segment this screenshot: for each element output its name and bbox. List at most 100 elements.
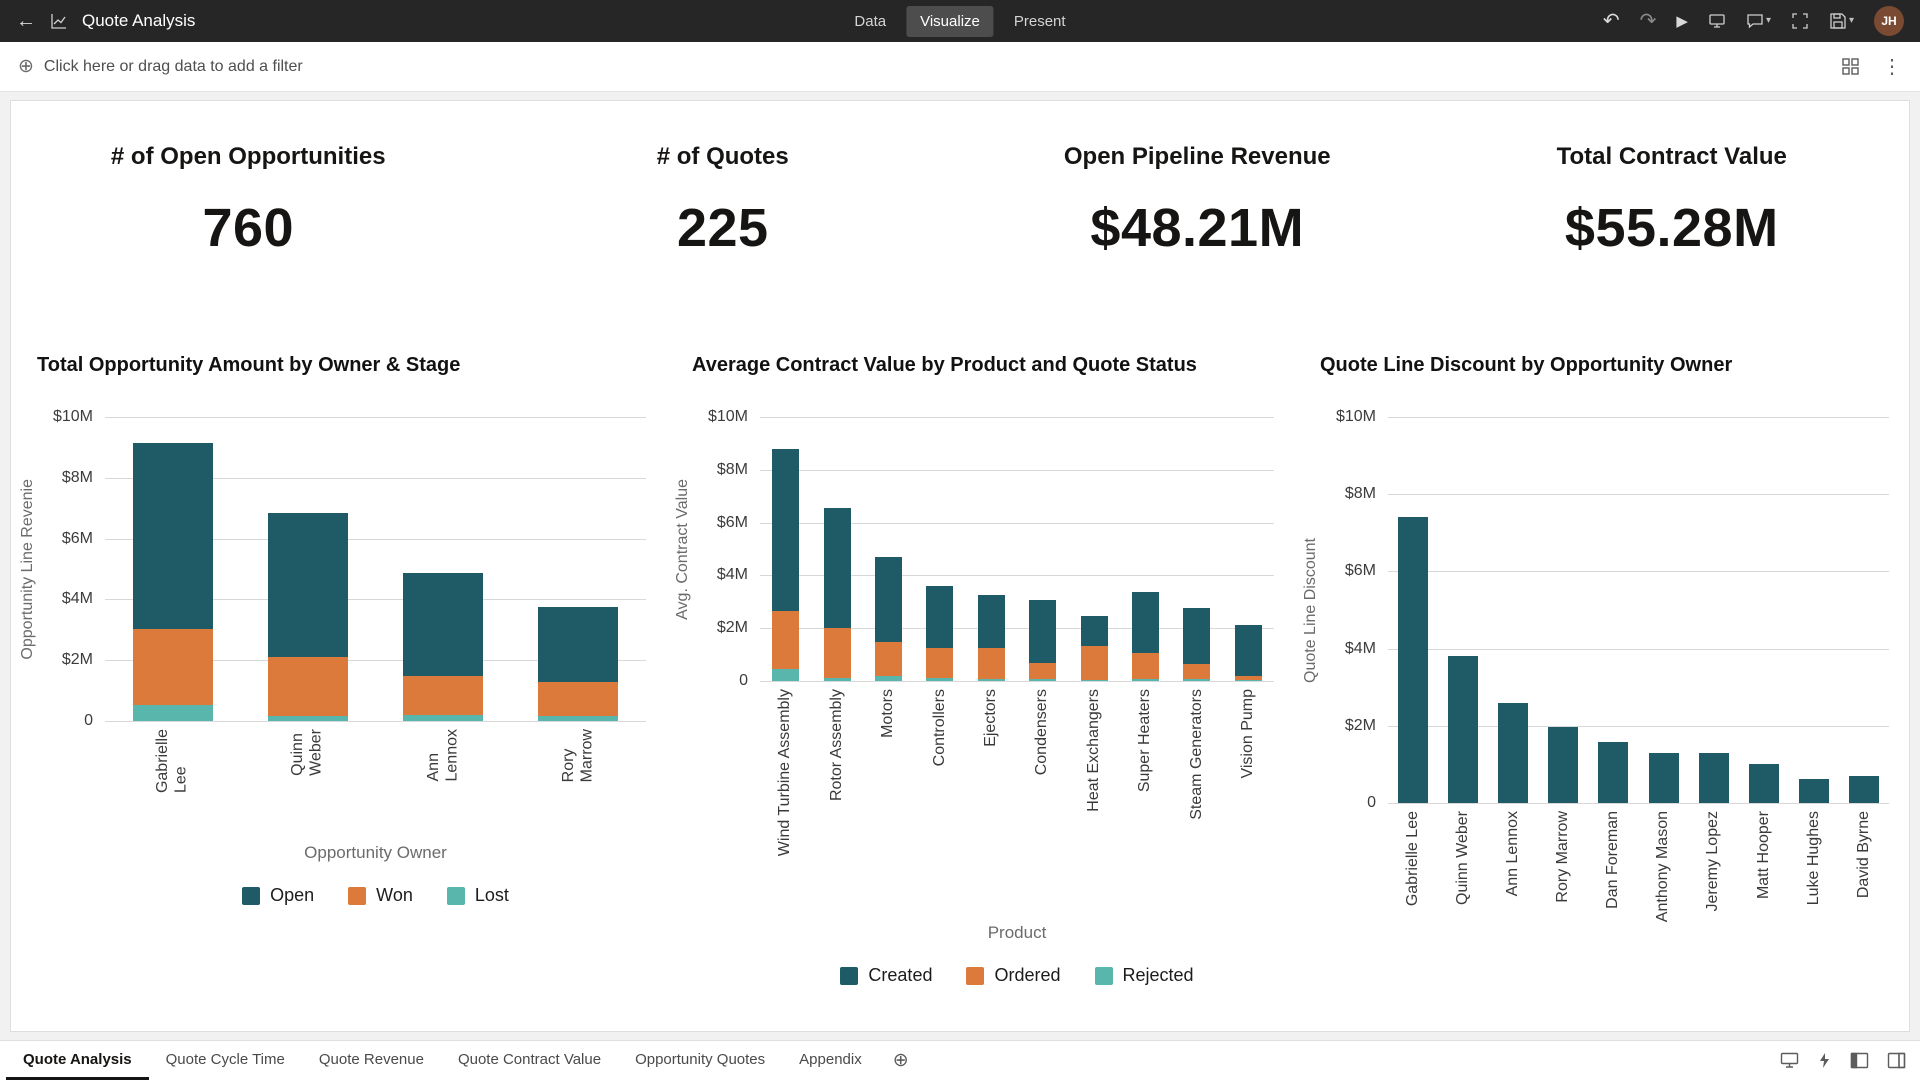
bar-segment[interactable] xyxy=(538,716,618,721)
x-category-label: Condensers xyxy=(1033,689,1051,775)
canvas-tab-quote-contract-value[interactable]: Quote Contract Value xyxy=(441,1041,618,1080)
canvas-tab-quote-revenue[interactable]: Quote Revenue xyxy=(302,1041,441,1080)
bar-segment[interactable] xyxy=(1448,656,1478,803)
bar-segment[interactable] xyxy=(926,678,953,681)
bar-segment[interactable] xyxy=(1598,742,1628,803)
undo-icon[interactable]: ↶ xyxy=(1603,11,1620,31)
x-category-label: Rotor Assembly xyxy=(828,689,846,801)
bar-segment[interactable] xyxy=(1029,679,1056,681)
bar-segment[interactable] xyxy=(978,679,1005,681)
bar-segment[interactable] xyxy=(978,595,1005,648)
more-options-icon[interactable]: ⋮ xyxy=(1882,54,1902,79)
canvas-tab-quote-analysis[interactable]: Quote Analysis xyxy=(6,1041,149,1080)
back-icon[interactable]: ← xyxy=(16,11,36,31)
bar-segment[interactable] xyxy=(875,557,902,641)
legend-item-lost[interactable]: Lost xyxy=(447,885,509,906)
bar-segment[interactable] xyxy=(1081,646,1108,680)
bar-segment[interactable] xyxy=(1132,679,1159,681)
canvas-tab-quote-cycle-time[interactable]: Quote Cycle Time xyxy=(149,1041,302,1080)
bar-segment[interactable] xyxy=(268,716,348,721)
bar-segment[interactable] xyxy=(875,676,902,681)
chart-title: Quote Line Discount by Opportunity Owner xyxy=(1320,354,1909,377)
legend-label: Created xyxy=(868,965,932,986)
bar-segment[interactable] xyxy=(1799,779,1829,803)
bar-segment[interactable] xyxy=(1183,679,1210,681)
preview-play-icon[interactable]: ▶ xyxy=(1676,14,1688,29)
bar-segment[interactable] xyxy=(926,648,953,678)
tab-visualize[interactable]: Visualize xyxy=(906,6,994,37)
user-avatar[interactable]: JH xyxy=(1874,6,1904,36)
kpi-open-opportunities[interactable]: # of Open Opportunities 760 xyxy=(11,143,486,316)
bar xyxy=(1749,417,1779,803)
bar-segment[interactable] xyxy=(1649,753,1679,803)
bar-segment[interactable] xyxy=(1132,653,1159,679)
legend-item-rejected[interactable]: Rejected xyxy=(1095,965,1194,986)
tab-data[interactable]: Data xyxy=(840,6,900,37)
bar-segment[interactable] xyxy=(538,682,618,716)
y-tick-label: $4M xyxy=(62,590,93,608)
expand-icon[interactable] xyxy=(1791,12,1809,30)
bar-segment[interactable] xyxy=(133,629,213,705)
bar-segment[interactable] xyxy=(875,642,902,676)
left-panel-toggle-icon[interactable] xyxy=(1850,1052,1869,1069)
legend-item-open[interactable]: Open xyxy=(242,885,314,906)
bar-segment[interactable] xyxy=(772,611,799,669)
bar-segment[interactable] xyxy=(1132,592,1159,653)
bar-segment[interactable] xyxy=(1699,753,1729,803)
y-tick-label: $4M xyxy=(1345,640,1376,658)
bar-segment[interactable] xyxy=(133,443,213,629)
kpi-open-pipeline-revenue[interactable]: Open Pipeline Revenue $48.21M xyxy=(960,143,1435,316)
save-icon[interactable]: ▾ xyxy=(1829,12,1854,30)
tab-present[interactable]: Present xyxy=(1000,6,1080,37)
bar xyxy=(824,417,851,681)
present-display-icon[interactable] xyxy=(1780,1052,1799,1069)
bar-segment[interactable] xyxy=(268,657,348,716)
bar-segment[interactable] xyxy=(824,508,851,629)
bar-segment[interactable] xyxy=(1029,600,1056,663)
add-canvas-icon[interactable]: ⊕ xyxy=(879,1041,923,1080)
redo-icon[interactable]: ↷ xyxy=(1640,11,1657,31)
bar-segment[interactable] xyxy=(1235,680,1262,681)
legend-item-ordered[interactable]: Ordered xyxy=(966,965,1060,986)
bar-segment[interactable] xyxy=(824,628,851,677)
bar-segment[interactable] xyxy=(1029,663,1056,679)
bar xyxy=(268,417,348,721)
legend-item-won[interactable]: Won xyxy=(348,885,413,906)
canvas-tab-appendix[interactable]: Appendix xyxy=(782,1041,879,1080)
present-board-icon[interactable] xyxy=(1708,12,1726,30)
kpi-quotes[interactable]: # of Quotes 225 xyxy=(486,143,961,316)
bar-segment[interactable] xyxy=(1081,680,1108,681)
bar-segment[interactable] xyxy=(772,669,799,681)
auto-insights-icon[interactable] xyxy=(1817,1052,1832,1069)
add-filter-icon[interactable]: ⊕ xyxy=(18,55,34,78)
bar-segment[interactable] xyxy=(403,676,483,715)
filter-prompt[interactable]: Click here or drag data to add a filter xyxy=(44,58,303,76)
bar-segment[interactable] xyxy=(824,678,851,681)
kpi-total-contract-value[interactable]: Total Contract Value $55.28M xyxy=(1435,143,1910,316)
bar-segment[interactable] xyxy=(772,449,799,611)
bar xyxy=(978,417,1005,681)
right-panel-toggle-icon[interactable] xyxy=(1887,1052,1906,1069)
bar-segment[interactable] xyxy=(1081,616,1108,645)
comments-icon[interactable]: ▾ xyxy=(1746,12,1771,30)
bar-segment[interactable] xyxy=(1498,703,1528,803)
bar-segment[interactable] xyxy=(403,573,483,676)
bar-segment[interactable] xyxy=(926,586,953,648)
workbook-title: Quote Analysis xyxy=(82,11,195,31)
bar-segment[interactable] xyxy=(133,705,213,721)
bar-segment[interactable] xyxy=(1849,776,1879,803)
canvas-settings-icon[interactable] xyxy=(1841,57,1860,76)
bar-segment[interactable] xyxy=(1183,608,1210,664)
canvas-tab-opportunity-quotes[interactable]: Opportunity Quotes xyxy=(618,1041,782,1080)
bar-segment[interactable] xyxy=(1398,517,1428,803)
bar-segment[interactable] xyxy=(403,715,483,721)
bar-segment[interactable] xyxy=(1235,625,1262,676)
bar-segment[interactable] xyxy=(538,607,618,682)
legend-item-created[interactable]: Created xyxy=(840,965,932,986)
bar-segment[interactable] xyxy=(1183,664,1210,679)
legend-label: Rejected xyxy=(1123,965,1194,986)
bar-segment[interactable] xyxy=(978,648,1005,679)
bar-segment[interactable] xyxy=(268,513,348,657)
bar-segment[interactable] xyxy=(1749,764,1779,803)
bar-segment[interactable] xyxy=(1548,727,1578,803)
